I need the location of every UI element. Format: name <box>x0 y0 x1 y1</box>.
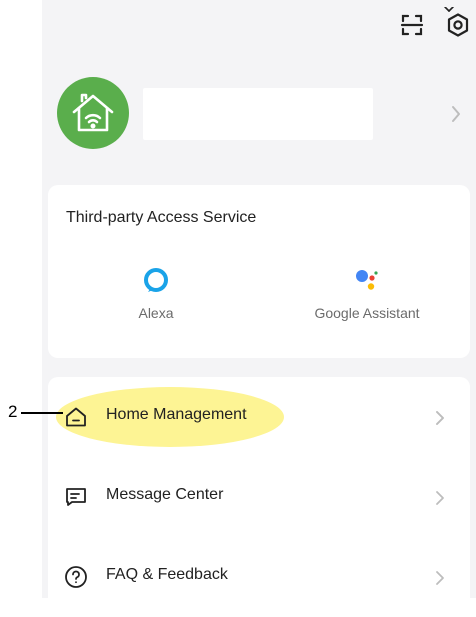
message-icon <box>64 485 88 509</box>
callout-leader-line <box>21 412 63 414</box>
cropped-status-mark <box>442 0 456 12</box>
callout-number: 2 <box>8 402 18 421</box>
menu-item-label: Message Center <box>106 486 224 503</box>
chevron-right-icon <box>434 488 446 508</box>
scan-icon[interactable] <box>399 12 425 38</box>
profile-name <box>143 88 373 140</box>
home-management-overlay[interactable]: Home Management <box>48 387 470 447</box>
settings-hexagon-icon[interactable] <box>445 12 471 38</box>
third-party-access-card: Third-party Access Service Alexa Google … <box>48 185 470 358</box>
google-assistant-icon <box>302 267 432 293</box>
avatar[interactable] <box>57 77 129 149</box>
alexa-label: Alexa <box>138 305 174 321</box>
app-screen: Third-party Access Service Alexa Google … <box>42 0 476 617</box>
google-assistant-label: Google Assistant <box>314 305 420 321</box>
google-assistant-service[interactable]: Google Assistant <box>302 267 432 321</box>
menu-item-faq-feedback[interactable]: FAQ & Feedback <box>48 547 470 607</box>
alexa-service[interactable]: Alexa <box>116 267 196 321</box>
profile-row[interactable] <box>42 60 476 160</box>
menu-item-message-center[interactable]: Message Center <box>48 467 470 527</box>
menu-item-label: FAQ & Feedback <box>106 566 228 583</box>
chevron-right-icon <box>434 568 446 588</box>
alexa-icon <box>116 267 196 293</box>
home-icon <box>64 405 88 429</box>
menu-item-label: Home Management <box>106 406 247 423</box>
home-wifi-icon <box>72 93 114 132</box>
chevron-right-icon <box>434 408 446 428</box>
chevron-right-icon <box>449 103 463 125</box>
help-icon <box>64 565 88 589</box>
card-title: Third-party Access Service <box>66 209 257 226</box>
